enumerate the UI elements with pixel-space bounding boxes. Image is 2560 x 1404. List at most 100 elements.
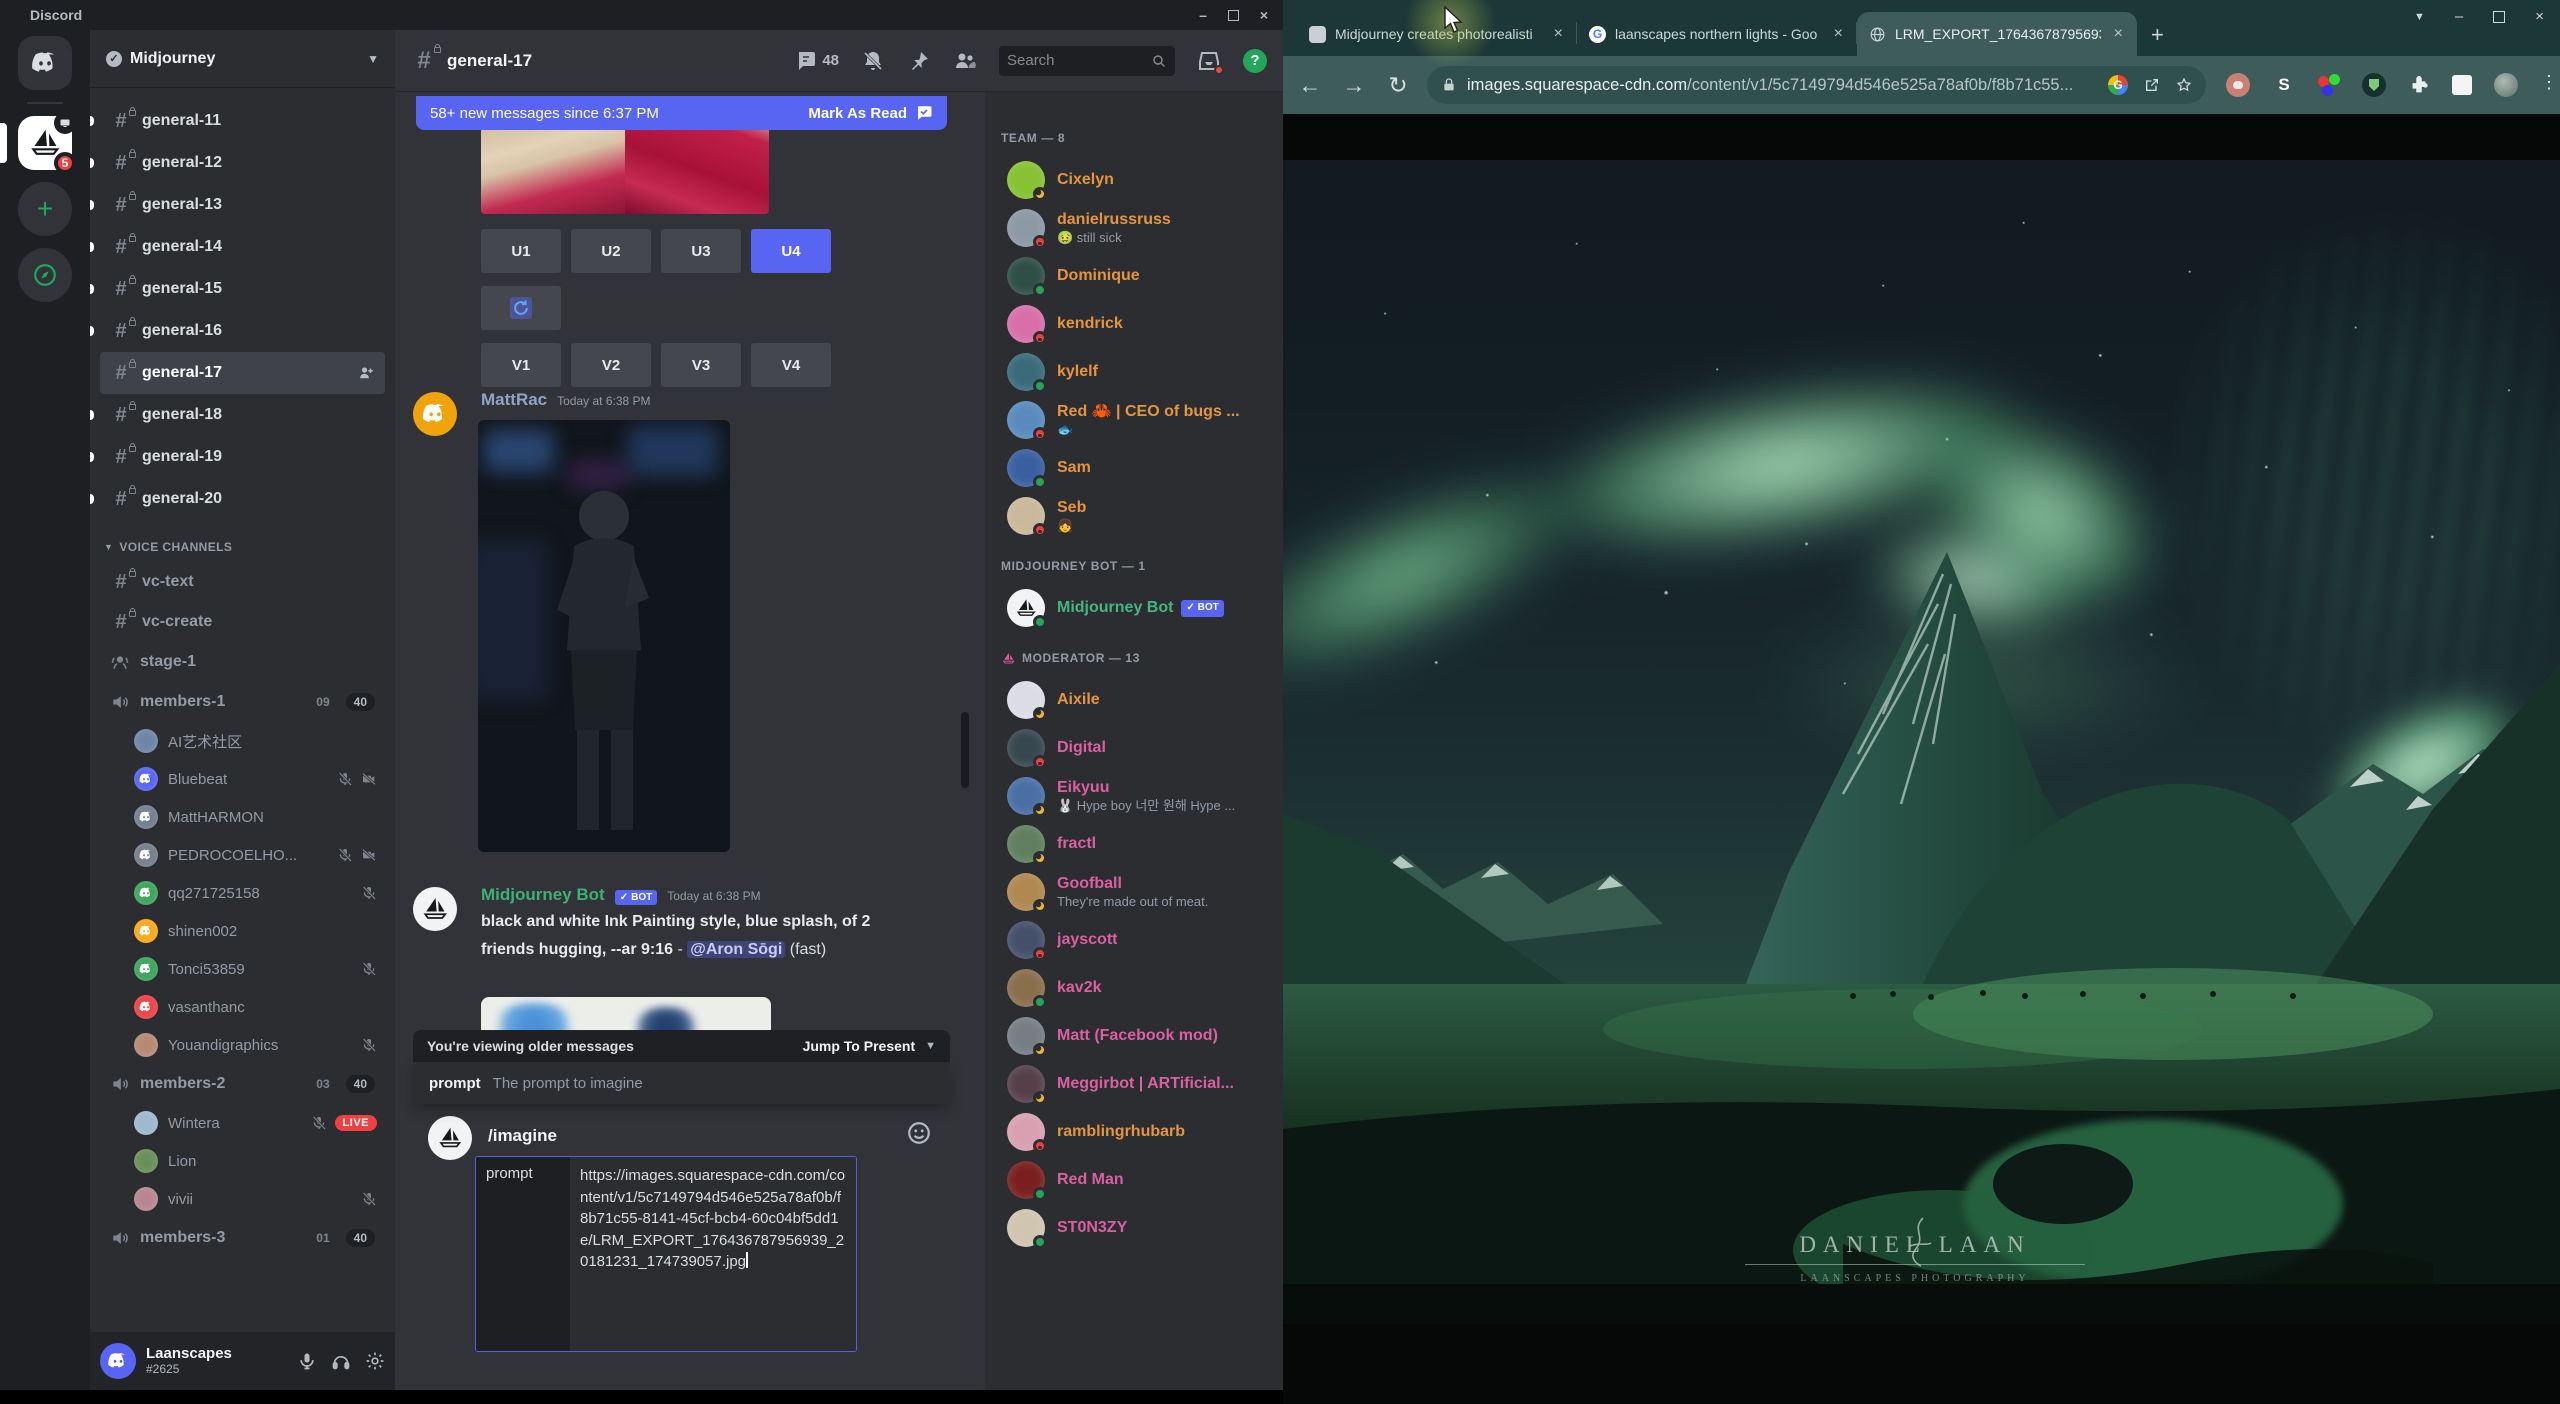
- extension-icon-square[interactable]: [2452, 75, 2472, 95]
- member-eikyuu[interactable]: Eikyuu 🐰 Hype boy 너만 원해 Hype ...: [1001, 772, 1275, 820]
- explore-servers-button[interactable]: [18, 248, 72, 302]
- settings-gear-icon[interactable]: [365, 1351, 385, 1371]
- member-meggirbot-artificial-[interactable]: Meggirbot | ARTificial...: [1001, 1060, 1275, 1108]
- voice-user-vasanthanc[interactable]: vasanthanc: [126, 988, 385, 1026]
- voice-channels-header[interactable]: ▼ VOICE CHANNELS: [104, 536, 381, 558]
- channel-general-16[interactable]: # general-16: [90, 310, 385, 352]
- user-mention[interactable]: @Aron Sōgi: [687, 941, 786, 958]
- add-server-button[interactable]: +: [18, 182, 72, 236]
- member-kylelf[interactable]: kylelf: [1001, 348, 1275, 396]
- member-goofball[interactable]: Goofball They're made out of meat.: [1001, 868, 1275, 916]
- share-icon[interactable]: [2144, 77, 2160, 93]
- new-messages-banner[interactable]: 58+ new messages since 6:37 PM Mark As R…: [416, 96, 947, 130]
- server-icon-midjourney[interactable]: 5: [0, 112, 76, 174]
- member-dominique[interactable]: Dominique: [1001, 252, 1275, 300]
- member-matt-facebook-mod-[interactable]: Matt (Facebook mod): [1001, 1012, 1275, 1060]
- channel-general-15[interactable]: # general-15: [90, 268, 385, 310]
- aurora-photo[interactable]: DANIEL LAAN LAANSCAPES PHOTOGRAPHY: [1283, 160, 2560, 1324]
- notifications-muted-icon[interactable]: [861, 49, 885, 73]
- prompt-input-box[interactable]: prompt https://images.squarespace-cdn.co…: [475, 1156, 857, 1352]
- voice-channel-vc-text[interactable]: # vc-text: [100, 562, 385, 602]
- voice-user-AI艺术社区[interactable]: AI艺术社区: [126, 722, 385, 760]
- voice-user-Wintera[interactable]: Wintera LIVE: [126, 1104, 385, 1142]
- home-button[interactable]: [18, 36, 72, 90]
- mattrac-photo-attachment[interactable]: [478, 420, 730, 852]
- upscale-button-u1[interactable]: U1: [481, 229, 561, 273]
- discord-close-button[interactable]: ×: [1253, 7, 1275, 23]
- bookmark-star-icon[interactable]: [2176, 77, 2192, 93]
- voice-channel-stage-1[interactable]: stage-1: [100, 642, 385, 682]
- member-danielrussruss[interactable]: danielrussruss 🤢 still sick: [1001, 204, 1275, 252]
- tab-search-chevron-icon[interactable]: ▼: [2414, 11, 2425, 23]
- new-tab-button[interactable]: +: [2151, 22, 2164, 56]
- user-avatar[interactable]: [100, 1343, 136, 1379]
- discord-minimize-button[interactable]: –: [1192, 7, 1214, 23]
- member-kav2k[interactable]: kav2k: [1001, 964, 1275, 1012]
- mark-as-read-button[interactable]: Mark As Read: [808, 104, 933, 122]
- channel-general-12[interactable]: # general-12: [90, 142, 385, 184]
- invite-people-icon[interactable]: [357, 364, 375, 382]
- extension-icon-s[interactable]: S: [2272, 73, 2296, 97]
- member-midjourney-bot[interactable]: Midjourney Bot ✓ BOT: [1001, 584, 1275, 632]
- extension-icon-red[interactable]: [2226, 73, 2250, 97]
- upscale-button-u2[interactable]: U2: [571, 229, 651, 273]
- channel-general-11[interactable]: # general-11: [90, 100, 385, 142]
- browser-tab-3[interactable]: LRM_EXPORT_176436787956939 ×: [1857, 12, 2137, 56]
- google-icon[interactable]: G: [2108, 75, 2128, 95]
- voice-user-Tonci53859[interactable]: Tonci53859: [126, 950, 385, 988]
- member-red-man[interactable]: Red Man: [1001, 1156, 1275, 1204]
- browser-tab-2[interactable]: Glaanscapes northern lights - Goo ×: [1577, 12, 1857, 56]
- threads-button[interactable]: 48: [794, 49, 839, 73]
- voice-channel-vc-create[interactable]: # vc-create: [100, 602, 385, 642]
- back-button[interactable]: ←: [1295, 72, 1325, 99]
- voice-user-Youandigraphics[interactable]: Youandigraphics: [126, 1026, 385, 1064]
- member-red-ceo-of-bugs-[interactable]: Red 🦀 | CEO of bugs ... 🐟: [1001, 396, 1275, 444]
- extension-icon-shield[interactable]: [2362, 73, 2386, 97]
- search-box[interactable]: [999, 45, 1175, 76]
- voice-channel-members-1[interactable]: members-1 09 40: [100, 682, 385, 722]
- bot-username[interactable]: Midjourney Bot: [481, 885, 605, 905]
- voice-user-MattHARMON[interactable]: MattHARMON: [126, 798, 385, 836]
- address-bar[interactable]: images.squarespace-cdn.com/content/v1/5c…: [1427, 66, 2206, 104]
- inbox-icon[interactable]: [1197, 49, 1224, 75]
- upscale-button-u3[interactable]: U3: [661, 229, 741, 273]
- browser-minimize-button[interactable]: –: [2455, 8, 2463, 25]
- voice-user-Lion[interactable]: Lion: [126, 1142, 385, 1180]
- member-st0n3zy[interactable]: ST0N3ZY: [1001, 1204, 1275, 1252]
- variation-button-v2[interactable]: V2: [571, 343, 651, 387]
- browser-close-button[interactable]: ×: [2535, 8, 2544, 25]
- mattrac-avatar[interactable]: [413, 392, 457, 436]
- tab-close-icon[interactable]: ×: [1550, 25, 1567, 43]
- voice-user-qq271725158[interactable]: qq271725158: [126, 874, 385, 912]
- extensions-puzzle-icon[interactable]: [2408, 74, 2430, 96]
- viewing-older-messages-bar[interactable]: You're viewing older messages Jump To Pr…: [413, 1030, 950, 1062]
- browser-profile-avatar[interactable]: [2494, 73, 2518, 97]
- chat-scrollbar[interactable]: [961, 712, 969, 788]
- reroll-button[interactable]: [481, 286, 561, 330]
- reload-button[interactable]: ↻: [1383, 72, 1413, 99]
- tab-close-icon[interactable]: ×: [2110, 25, 2127, 43]
- prompt-field-value[interactable]: https://images.squarespace-cdn.com/conte…: [570, 1157, 856, 1351]
- channel-general-18[interactable]: # general-18: [90, 394, 385, 436]
- discord-maximize-button[interactable]: [1228, 9, 1239, 21]
- variation-button-v1[interactable]: V1: [481, 343, 561, 387]
- channel-general-19[interactable]: # general-19: [90, 436, 385, 478]
- member-seb[interactable]: Seb 👧: [1001, 492, 1275, 540]
- slash-command-autocomplete[interactable]: prompt The prompt to imagine: [413, 1062, 950, 1104]
- channel-general-13[interactable]: # general-13: [90, 184, 385, 226]
- member-cixelyn[interactable]: Cixelyn: [1001, 156, 1275, 204]
- voice-user-PEDROCOELHO...[interactable]: PEDROCOELHO...: [126, 836, 385, 874]
- member-aixile[interactable]: Aixile: [1001, 676, 1275, 724]
- channel-general-17[interactable]: # general-17: [100, 352, 385, 394]
- member-ramblingrhubarb[interactable]: ramblingrhubarb: [1001, 1108, 1275, 1156]
- jump-to-present-button[interactable]: Jump To Present ▼: [803, 1038, 936, 1054]
- search-input[interactable]: [1007, 52, 1147, 69]
- emoji-picker-icon[interactable]: [906, 1120, 932, 1146]
- autocomplete-option[interactable]: prompt: [429, 1075, 481, 1092]
- bot-result-image[interactable]: [481, 997, 771, 1031]
- member-jayscott[interactable]: jayscott: [1001, 916, 1275, 964]
- channel-general-14[interactable]: # general-14: [90, 226, 385, 268]
- pinned-messages-icon[interactable]: [907, 49, 931, 73]
- headphones-icon[interactable]: [331, 1351, 351, 1371]
- browser-maximize-button[interactable]: [2493, 10, 2506, 23]
